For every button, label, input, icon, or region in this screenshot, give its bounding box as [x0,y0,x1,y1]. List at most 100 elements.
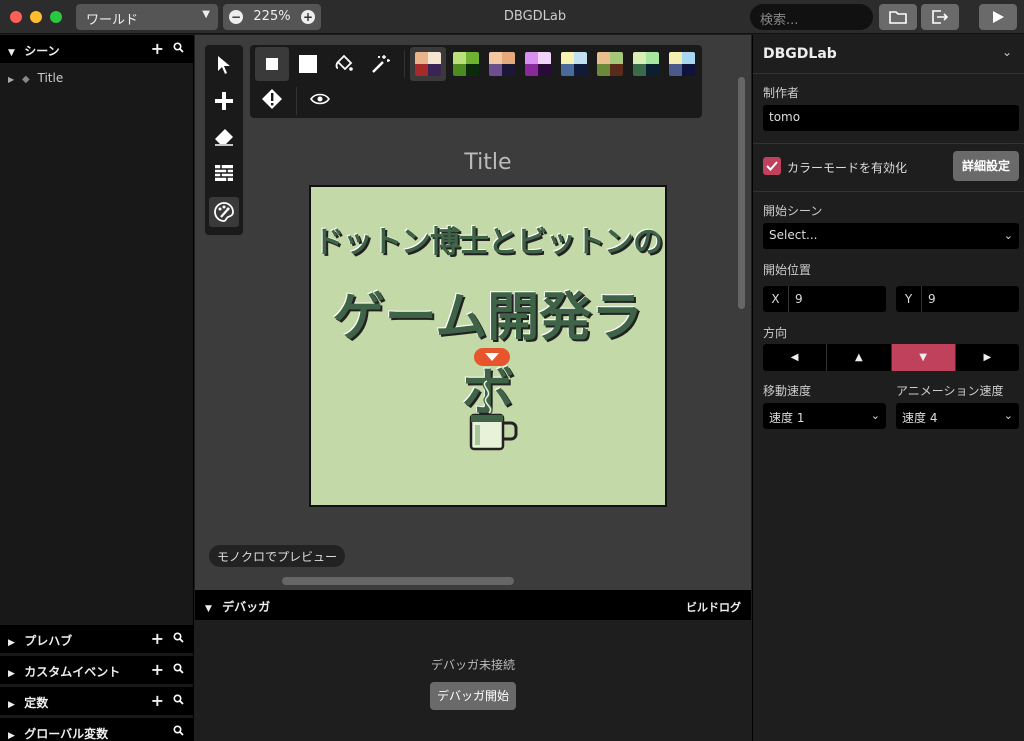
zoom-in-button[interactable]: + [301,10,315,24]
palette-swatch-7[interactable] [633,52,659,76]
start-scene-select[interactable]: Select... ⌄ [763,223,1019,249]
palette-swatch-8[interactable] [669,52,695,76]
colors-tool-button[interactable] [209,197,239,227]
scene-tree-item-title[interactable]: ▶ ◆ Title [8,71,63,85]
priority-tool-button[interactable] [255,82,289,116]
palette-swatch-2[interactable] [453,52,479,76]
inspector-panel: DBGDLab ⌄ 制作者 tomo カラーモードを有効化 詳細設定 開始シーン… [752,35,1024,741]
pencil-large-button[interactable] [291,47,325,81]
start-position-arrow-icon[interactable] [474,348,510,366]
add-scene-button[interactable]: + [151,39,164,58]
prefabs-header-label: プレハブ [24,634,73,648]
search-icon[interactable] [173,42,184,53]
start-debugger-button[interactable]: デバッガ開始 [430,682,516,710]
export-button[interactable] [921,4,959,30]
arrow-down-icon: ▼ [919,352,927,363]
coffee-mug-icon[interactable] [467,377,519,453]
title-bar: ワールド ▼ − 225% + DBGDLab 検索... [0,0,1024,34]
start-scene-value: Select... [769,228,818,242]
move-speed-select[interactable]: 速度 1 ⌄ [763,403,886,429]
search-icon[interactable] [173,663,184,674]
search-icon[interactable] [173,725,184,736]
export-icon [932,10,949,24]
paint-toolbar [250,45,702,118]
start-x-field[interactable]: X 9 [763,286,886,312]
view-select-label: ワールド [86,13,139,28]
window-title: DBGDLab [503,9,567,24]
advanced-settings-button[interactable]: 詳細設定 [953,151,1019,181]
prefabs-section-header[interactable]: ▶ プレハブ + [0,625,194,653]
scene-canvas-area[interactable]: Title ドットン博士とビットンの ゲーム開発ラボ モノクロでプレビュー [195,35,751,590]
scene-preview[interactable]: ドットン博士とビットンの ゲーム開発ラボ [309,185,667,507]
build-log-tab[interactable]: ビルドログ [686,599,741,615]
eraser-tool-button[interactable] [209,122,239,152]
y-label: Y [896,286,922,312]
triangle-right-icon: ▶ [8,731,15,741]
minimize-window-button[interactable] [30,11,42,23]
direction-down-button[interactable]: ▼ [891,344,956,371]
color-mode-checkbox[interactable] [763,157,781,175]
animation-speed-select[interactable]: 速度 4 ⌄ [896,403,1019,429]
add-prefab-button[interactable]: + [151,629,164,648]
author-field[interactable]: tomo [763,105,1019,131]
scene-title[interactable]: Title [195,150,781,175]
search-icon[interactable] [173,632,184,643]
chevron-down-icon: ⌄ [1003,409,1013,422]
triangle-down-icon: ▼ [8,48,15,58]
animation-speed-label: アニメーション速度 [896,384,1004,398]
global-variables-section-header[interactable]: ▶ グローバル変数 [0,718,194,741]
add-tool-button[interactable] [209,86,239,116]
chevron-down-icon[interactable]: ⌄ [1002,45,1012,59]
scenes-section-header[interactable]: ▼ シーン + [0,35,194,63]
custom-events-section-header[interactable]: ▶ カスタムイベント + [0,656,194,684]
select-tool-button[interactable] [209,50,239,80]
x-label: X [763,286,789,312]
divider [753,143,1024,144]
vertical-toolbar [205,45,243,235]
preview-toggle-button[interactable] [303,82,337,116]
horizontal-scrollbar[interactable] [282,577,514,585]
zoom-window-button[interactable] [50,11,62,23]
fill-tool-button[interactable] [327,47,361,81]
zoom-control: − 225% + [223,4,321,30]
magic-wand-button[interactable] [363,47,397,81]
monochrome-preview-button[interactable]: モノクロでプレビュー [209,545,346,567]
scenes-header-label: シーン [24,44,60,58]
direction-up-button[interactable]: ▲ [827,344,892,371]
vertical-scrollbar[interactable] [738,77,745,309]
left-sidebar: ▼ シーン + ▶ ◆ Title ▶ プレハブ + ▶ カスタムイベント + … [0,35,194,741]
start-y-field[interactable]: Y 9 [896,286,1019,312]
move-speed-label: 移動速度 [763,384,812,398]
author-label: 制作者 [763,86,800,100]
palette-swatch-5[interactable] [561,52,587,76]
zoom-out-button[interactable]: − [229,10,243,24]
triangle-down-icon: ▼ [205,604,212,614]
chevron-down-icon: ⌄ [1003,229,1013,242]
debugger-panel: デバッガ未接続 デバッガ開始 [195,620,751,741]
large-square-icon [299,55,317,73]
direction-left-button[interactable]: ◀ [763,344,828,371]
divider [753,191,1024,192]
triangle-right-icon: ▶ [8,75,15,84]
color-mode-label: カラーモードを有効化 [787,161,908,175]
search-icon[interactable] [173,694,184,705]
palette-icon [214,202,234,222]
search-input[interactable]: 検索... [750,4,873,30]
scene-item-label: Title [37,71,64,85]
add-constant-button[interactable]: + [151,691,164,710]
chevron-down-icon: ⌄ [870,409,880,422]
constants-section-header[interactable]: ▶ 定数 + [0,687,194,715]
pencil-small-button[interactable] [255,47,289,81]
palette-swatch-3[interactable] [489,52,515,76]
open-folder-button[interactable] [879,4,917,30]
play-button[interactable] [979,4,1017,30]
debugger-header[interactable]: ▼ デバッガ ビルドログ [195,590,751,620]
direction-right-button[interactable]: ▶ [956,344,1019,371]
paint-bucket-icon [335,54,353,71]
close-window-button[interactable] [10,11,22,23]
view-select[interactable]: ワールド ▼ [76,4,218,30]
palette-swatch-6[interactable] [597,52,623,76]
palette-swatch-4[interactable] [525,52,551,76]
direction-selector: ◀ ▲ ▼ ▶ [763,344,1019,371]
add-custom-event-button[interactable]: + [151,660,164,679]
